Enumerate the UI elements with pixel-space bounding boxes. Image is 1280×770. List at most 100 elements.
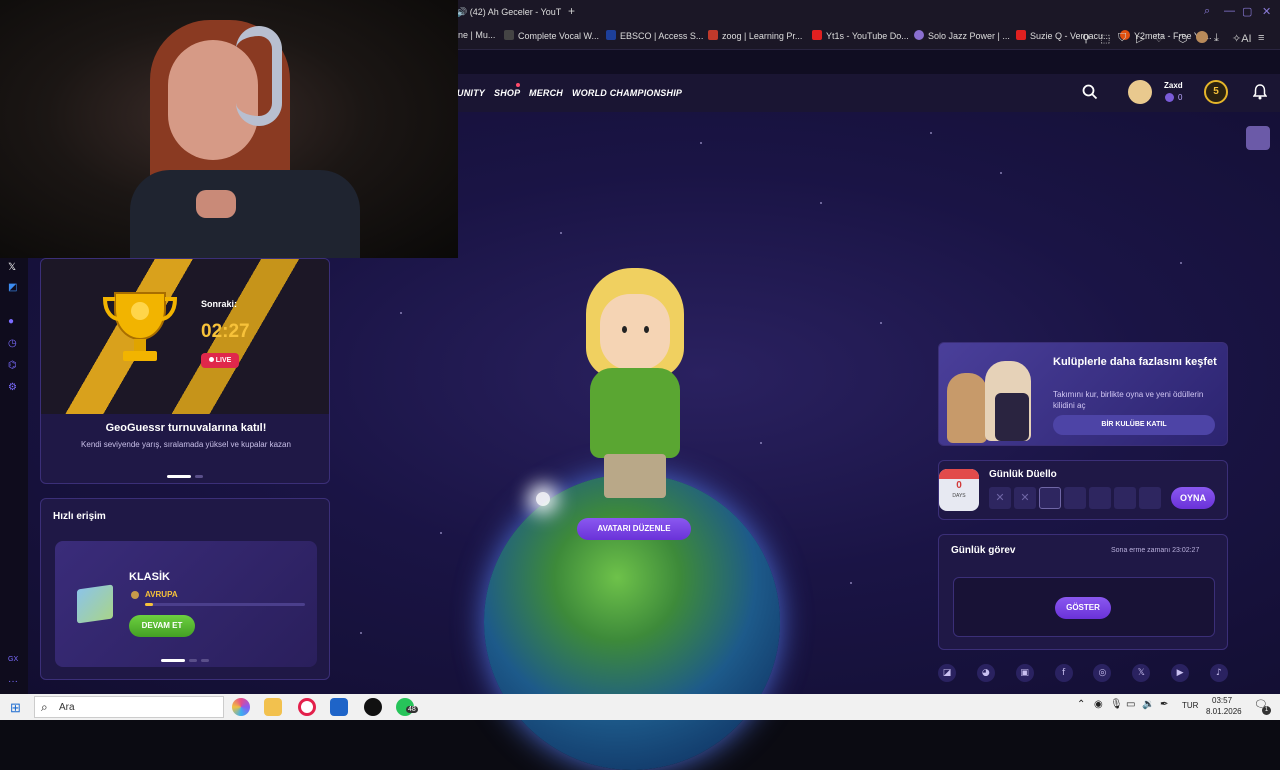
carousel-dot-active[interactable] [161,659,185,662]
bookmark-item[interactable]: ne | Mu... [458,30,495,40]
duel-slot [1089,487,1111,509]
more-icon[interactable]: ··· [8,676,18,687]
carousel-dot[interactable] [201,659,209,662]
show-task-button[interactable]: GÖSTER [1055,597,1111,619]
x-icon[interactable]: 𝕏 [8,262,16,273]
close-window-icon[interactable]: ✕ [1262,5,1271,18]
bookmark-item[interactable]: zoog | Learning Pr... [708,30,802,41]
maximize-icon[interactable]: ▢ [1242,5,1252,18]
duel-title: Günlük Düello [989,469,1057,480]
bookmark-item[interactable]: EBSCO | Access S... [606,30,703,41]
pin-icon[interactable]: ⚲ [1082,32,1090,45]
taskbar-search[interactable]: ⌕ Ara [34,696,224,718]
lang-indicator[interactable]: TUR [1182,701,1198,710]
tab-title: (42) Ah Geceler - YouT [469,7,562,17]
mic-icon[interactable]: 🎙 [1110,699,1123,710]
carousel-dot[interactable] [195,475,203,478]
user-avatar[interactable] [1128,80,1152,104]
bookmark-favicon-icon [504,30,514,40]
bookmark-item[interactable]: Complete Vocal W... [504,30,599,41]
bookmark-item[interactable]: Solo Jazz Power | ... [914,30,1010,41]
reddit-icon[interactable]: ◕ [976,664,995,682]
calendar-icon: 0 DAYS [939,469,979,511]
copilot-icon[interactable] [232,698,250,716]
extensions-icon[interactable]: ⬡ [1178,32,1188,45]
bookmark-item[interactable]: Yt1s - YouTube Do... [812,30,909,41]
search-icon[interactable] [1082,84,1098,100]
new-tab-button[interactable]: + [568,4,575,18]
twitch-icon[interactable]: ◪ [938,664,956,682]
play-icon[interactable]: ▷ [1136,32,1144,45]
play-duel-button[interactable]: OYNA [1171,487,1215,509]
youtube-icon[interactable]: ▶ [1171,664,1190,682]
facebook-icon[interactable]: f [1054,664,1073,682]
menu-icon[interactable]: ≡ [1258,32,1264,44]
tab-active[interactable]: 🔊 (42) Ah Geceler - YouT [456,3,564,22]
social-links: ◪ ◕ ▣ f ◎ 𝕏 ▶ ♪ [938,664,1228,682]
volume-icon[interactable]: 🔉 [1142,699,1154,710]
bell-icon[interactable] [1253,84,1267,100]
carousel-dot-active[interactable] [167,475,191,478]
opera-gx-icon[interactable] [298,698,316,716]
obs-icon[interactable] [364,698,382,716]
webcam-shirt [130,170,360,258]
bookmark-item[interactable]: Suzie Q - Vernacu... [1016,30,1111,41]
search-tabs-icon[interactable]: ⌕ [1204,5,1210,18]
messenger-icon[interactable]: ● [8,316,14,327]
duel-slot-missed: ✕ [989,487,1011,509]
continue-button[interactable]: DEVAM ET [129,615,195,637]
windows-start-icon[interactable]: ⊞ [10,700,21,716]
whatsapp-badge: 48 [406,706,418,713]
duel-slot [1039,487,1061,509]
gx-icon[interactable]: GX [8,656,18,663]
send-icon[interactable]: ⌬ [8,360,17,371]
level-badge[interactable]: 5 [1204,80,1228,104]
duel-slot [1139,487,1161,509]
tray-record-icon[interactable]: ◉ [1094,699,1103,710]
opera-sidebar: 𝕏 ◩ ● ◷ ⌬ ⚙ GX ··· [0,256,28,694]
pen-icon[interactable]: ✒ [1160,699,1168,710]
instagram-icon[interactable]: ◎ [1093,664,1112,682]
player-avatar[interactable] [570,268,700,504]
edit-avatar-button[interactable]: AVATARI DÜZENLE [577,518,691,540]
heart-icon[interactable]: ♡ [1154,32,1164,45]
file-explorer-icon[interactable] [264,698,282,716]
duel-slot-missed: ✕ [1014,487,1036,509]
history-icon[interactable]: ◷ [8,338,17,349]
minimize-icon[interactable]: — [1224,5,1235,17]
nav-world-championship[interactable]: WORLD CHAMPIONSHIP [572,88,682,98]
app-icon[interactable]: ◩ [8,282,17,293]
bookmark-favicon-icon [708,30,718,40]
clubs-text: Takımını kur, birlikte oyna ve yeni ödül… [1053,390,1204,410]
carousel-dot[interactable] [189,659,197,662]
side-avatar-icon[interactable] [1246,126,1270,150]
nav-community[interactable]: UNITY [457,88,485,98]
nav-merch[interactable]: MERCH [529,88,563,98]
tiktok-icon[interactable]: ♪ [1209,664,1228,682]
ai-button[interactable]: ✧AI [1232,32,1252,45]
medal-icon [131,591,139,599]
countdown-timer: 02:27 [201,321,250,342]
daily-duel-panel: 0 DAYS Günlük Düello ✕ ✕ OYNA [938,460,1228,520]
nav-shop[interactable]: SHOP [494,88,520,98]
classic-mode-card[interactable]: KLASİK AVRUPA DEVAM ET [55,541,317,667]
settings-icon[interactable]: ⚙ [8,382,17,393]
map-icon [77,584,113,624]
avatar-sweater [590,368,680,458]
word-icon[interactable] [330,698,348,716]
discord-icon[interactable]: ▣ [1015,664,1034,682]
tournament-card[interactable]: Sonraki: 02:27 LIVE GeoGuessr turnuvalar… [40,258,330,484]
join-club-button[interactable]: BİR KULÜBE KATIL [1053,415,1215,435]
snapshot-icon[interactable]: ⬚ [1100,32,1110,45]
live-badge: LIVE [201,353,239,368]
profile-avatar-icon[interactable] [1196,31,1208,43]
avatar-eye [622,326,627,333]
avatar-face [600,294,670,370]
download-icon[interactable]: ⤓ [1214,32,1219,45]
tray-chevron-icon[interactable]: ⌃ [1077,699,1085,710]
shield-icon[interactable]: ⛉ [1118,32,1126,45]
tournament-banner [41,259,329,414]
network-icon[interactable]: ▭ [1126,699,1135,710]
headset [236,26,282,126]
x-icon[interactable]: 𝕏 [1132,664,1151,682]
